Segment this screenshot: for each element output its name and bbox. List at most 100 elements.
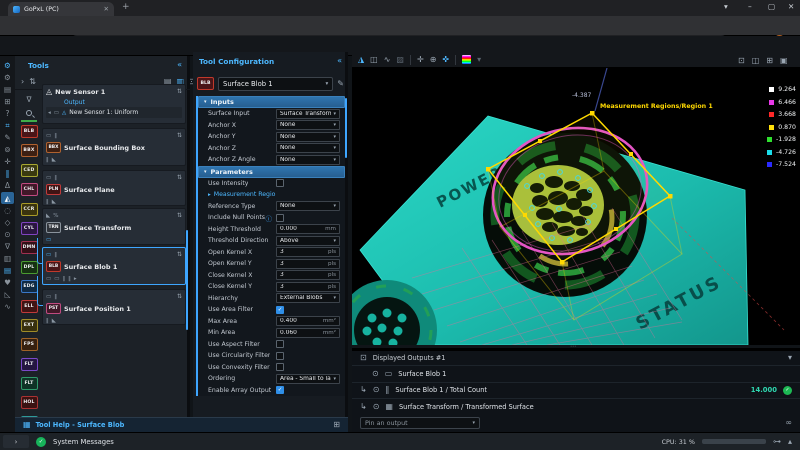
collapse-up-icon[interactable]: ▴: [788, 438, 792, 446]
collapse-icon[interactable]: ⇅: [177, 251, 182, 258]
rail-icon[interactable]: ▥: [1, 253, 14, 265]
pin-icon[interactable]: ↳: [360, 386, 367, 394]
config-control[interactable]: External Blobs▾: [276, 293, 340, 303]
tool-type-badge[interactable]: FLT: [21, 377, 38, 390]
output-pill-icon[interactable]: ‖: [46, 157, 49, 163]
rail-icon[interactable]: ⚙: [1, 71, 14, 83]
rail-icon[interactable]: ◭: [1, 192, 14, 204]
tool-card-sensor[interactable]: ◬ New Sensor 1 ⇅ Output ◂ ▭ ◬ New Sensor…: [42, 84, 186, 124]
expand-help-icon[interactable]: ⊞: [333, 421, 340, 429]
input-pill-icon[interactable]: ▭: [46, 294, 51, 300]
rename-icon[interactable]: ✎: [337, 80, 344, 88]
config-control[interactable]: None▾: [276, 143, 340, 153]
link-icon[interactable]: ∞: [785, 419, 792, 427]
filter-icon[interactable]: ∇: [26, 92, 31, 106]
checkbox[interactable]: [276, 214, 284, 222]
rail-icon[interactable]: ⚙: [1, 59, 14, 71]
parameters-section-header[interactable]: ▾ Parameters: [198, 166, 345, 178]
collapse-panel-icon[interactable]: «: [177, 61, 182, 69]
output-pill-icon[interactable]: ▭: [54, 276, 59, 282]
tool-type-badge[interactable]: BBX: [21, 144, 38, 157]
config-control[interactable]: 0.400mm²: [276, 316, 340, 326]
expand-tools-icon[interactable]: ›: [21, 78, 24, 86]
rail-icon[interactable]: Δ: [1, 180, 14, 192]
sensor-output-row[interactable]: ◂ ▭ ◬ New Sensor 1: Uniform: [46, 107, 182, 118]
tool-type-badge[interactable]: CYL: [21, 222, 38, 235]
rail-icon[interactable]: ⊞: [1, 95, 14, 107]
checkbox[interactable]: [276, 179, 284, 187]
rail-icon[interactable]: ⊙: [1, 228, 14, 240]
output-pill-icon[interactable]: ◣: [52, 157, 56, 163]
output-pill-icon[interactable]: ‖: [62, 276, 65, 282]
eye-icon[interactable]: ⊙: [373, 386, 380, 394]
expand-status-icon[interactable]: ›: [3, 435, 29, 448]
rail-icon[interactable]: ∇: [1, 240, 14, 252]
checkbox[interactable]: [276, 340, 284, 348]
checkbox[interactable]: [276, 363, 284, 371]
config-control[interactable]: None▾: [276, 120, 340, 130]
rail-icon[interactable]: ▤: [1, 265, 14, 277]
input-pill-icon[interactable]: ‖: [54, 252, 57, 258]
tab-close-icon[interactable]: ✕: [104, 5, 109, 13]
tools-scrollbar[interactable]: [186, 230, 188, 330]
window-close-icon[interactable]: ✕: [788, 2, 794, 11]
window-maximize-icon[interactable]: ▢: [768, 2, 775, 11]
config-control[interactable]: 3pls: [276, 282, 340, 292]
tool-type-badge[interactable]: EDG: [21, 280, 38, 293]
window-minimize-icon[interactable]: –: [748, 2, 752, 11]
window-chevron-icon[interactable]: ▾: [724, 2, 728, 11]
config-control[interactable]: None▾: [276, 201, 340, 211]
browser-tab[interactable]: GoPxL (PC) ✕: [8, 2, 114, 16]
tool-type-badge[interactable]: CCR: [21, 203, 38, 216]
outputs-header[interactable]: ⊡ Displayed Outputs #1 ▾: [352, 351, 800, 365]
config-control[interactable]: None▾: [276, 132, 340, 142]
sort-icon[interactable]: ⇅: [29, 78, 36, 86]
rail-icon[interactable]: ⊚: [1, 144, 14, 156]
tool-type-badge[interactable]: CHL: [21, 183, 38, 196]
collapse-panel-icon[interactable]: «: [337, 57, 342, 65]
tool-card-bounding-box[interactable]: ▭‖⇅ BBXSurface Bounding Box ‖◣: [42, 128, 186, 166]
output-pill-icon[interactable]: ▭: [46, 237, 51, 243]
tool-type-badge[interactable]: FPS: [21, 338, 38, 351]
mute-icon[interactable]: ◂: [48, 110, 51, 116]
viewport-tool-icon[interactable]: ▨: [396, 55, 404, 64]
eye-icon[interactable]: ⊙: [372, 370, 379, 378]
pointcloud-scene[interactable]: POWER / LAN STATUS: [352, 68, 800, 345]
output-pill-icon[interactable]: ◣: [52, 318, 56, 324]
rail-icon[interactable]: ♥: [1, 277, 14, 289]
output-pill-icon[interactable]: ▸: [74, 276, 77, 282]
pin-icon[interactable]: ↳: [360, 403, 367, 411]
inputs-section-header[interactable]: ▾ Inputs: [198, 96, 345, 108]
tool-type-badge[interactable]: BLB: [21, 125, 38, 138]
config-control[interactable]: 3pls: [276, 247, 340, 257]
tool-help-bar[interactable]: ▦ Tool Help - Surface Blob ⊞: [15, 417, 348, 432]
config-control[interactable]: Above▾: [276, 236, 340, 246]
input-pill-icon[interactable]: ‖: [54, 175, 57, 181]
info-icon[interactable]: ⓘ: [266, 213, 273, 223]
tool-type-badge[interactable]: HOL: [21, 396, 38, 409]
viewport-tool-icon[interactable]: ⊕: [430, 55, 437, 64]
rail-icon[interactable]: ▤: [1, 83, 14, 95]
config-control[interactable]: 3pls: [276, 270, 340, 280]
config-control[interactable]: 0.000mm: [276, 224, 340, 234]
tool-card-blob-selected[interactable]: ▭‖⇅ BLBSurface Blob 1 ▭▭‖‖▸: [42, 247, 186, 285]
output-row-transformed-surface[interactable]: ↳ ⊙ ▦ Surface Transform / Transformed Su…: [352, 398, 800, 415]
rail-icon[interactable]: ‖: [1, 168, 14, 180]
collapse-icon[interactable]: ⇅: [177, 174, 182, 181]
viewport-tool-icon[interactable]: ◮: [358, 55, 364, 64]
rail-icon[interactable]: ⌗: [1, 119, 14, 131]
output-pill-icon[interactable]: ◣: [52, 199, 56, 205]
rail-icon[interactable]: ✛: [1, 156, 14, 168]
output-row-blob[interactable]: ⊙ ▭ Surface Blob 1: [352, 365, 800, 382]
tool-type-badge[interactable]: ELL: [21, 300, 38, 313]
collapse-icon[interactable]: ⇅: [177, 88, 182, 95]
config-scrollbar[interactable]: [345, 98, 347, 158]
search-icon[interactable]: [26, 106, 32, 120]
viewport-tool-icon[interactable]: [462, 55, 471, 64]
checkbox[interactable]: ✓: [276, 306, 284, 314]
eye-icon[interactable]: ⊙: [373, 403, 380, 411]
tool-card-plane[interactable]: ▭‖⇅ PLNSurface Plane ‖◣: [42, 170, 186, 206]
tool-type-badge[interactable]: FLT: [21, 358, 38, 371]
viewport-layout-icon[interactable]: ▣: [780, 56, 788, 65]
config-control[interactable]: None▾: [276, 155, 340, 165]
